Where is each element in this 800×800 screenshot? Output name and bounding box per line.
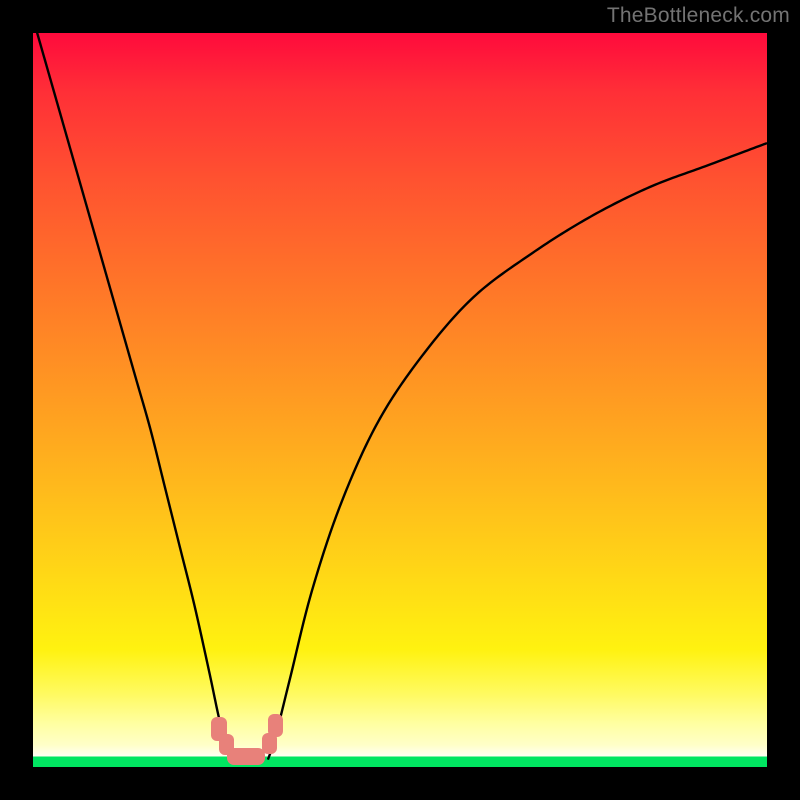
watermark-text: TheBottleneck.com — [607, 4, 790, 28]
marker-valley-bar — [227, 748, 265, 765]
curve-svg — [33, 33, 767, 767]
chart-frame: TheBottleneck.com — [0, 0, 800, 800]
curve-left-branch — [33, 33, 236, 760]
curve-right-branch — [268, 143, 767, 760]
marker-right-dot-upper — [268, 714, 283, 737]
plot-area — [33, 33, 767, 767]
